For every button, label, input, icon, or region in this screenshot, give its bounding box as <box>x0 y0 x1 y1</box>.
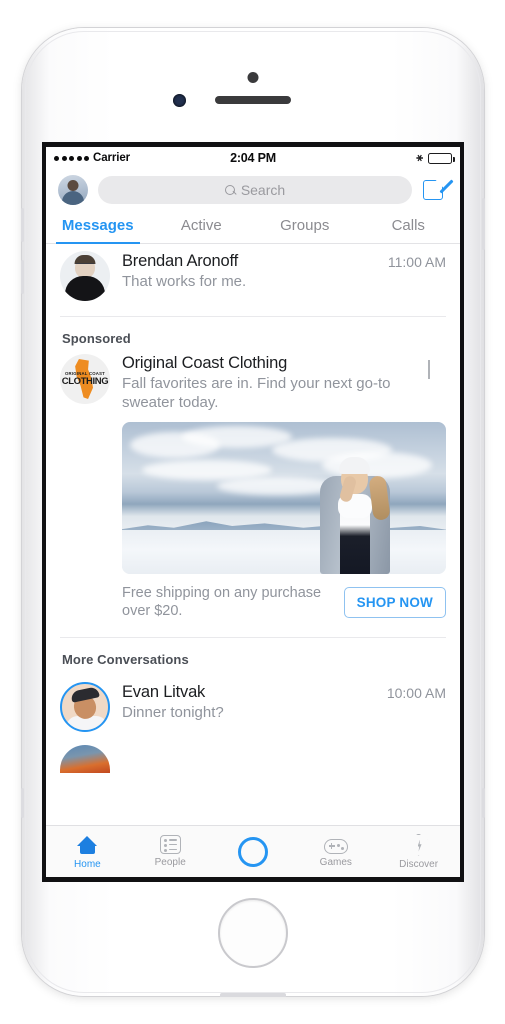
home-button[interactable] <box>218 898 288 968</box>
earpiece-speaker <box>215 96 291 104</box>
message-snippet: Dinner tonight? <box>122 704 224 722</box>
battery-full-icon <box>428 152 455 164</box>
message-time: 10:00 AM <box>386 685 446 702</box>
sponsored-ad-card[interactable]: ORIGINAL COAST CLOTHING Original Coast C… <box>46 354 460 631</box>
phone-screen: Carrier 2:04 PM ⚹ Search Messages Active… <box>46 147 460 877</box>
chevron-down-icon[interactable] <box>428 354 446 379</box>
tab-active[interactable]: Active <box>150 213 254 243</box>
search-placeholder: Search <box>240 182 286 198</box>
ad-cta-row: Free shipping on any purchase over $20. … <box>122 584 446 622</box>
ad-hero-image[interactable] <box>122 421 446 574</box>
ad-offer-text: Free shipping on any purchase over $20. <box>122 584 322 620</box>
tab-groups[interactable]: Groups <box>253 213 357 243</box>
tab-camera[interactable] <box>212 836 295 867</box>
tab-home-label: Home <box>74 858 101 870</box>
avatar[interactable] <box>58 175 88 205</box>
conversation-text: Brendan Aronoff That works for me. <box>122 251 376 290</box>
bottom-antenna-notch <box>220 993 286 997</box>
home-icon <box>75 834 99 856</box>
phone-device-frame: Carrier 2:04 PM ⚹ Search Messages Active… <box>21 28 485 997</box>
contact-name: Evan Litvak <box>122 683 206 702</box>
tab-discover[interactable]: Discover <box>377 833 460 870</box>
conversation-list[interactable]: Brendan Aronoff That works for me. 11:00… <box>46 244 460 824</box>
ad-text-block: Original Coast Clothing Fall favorites a… <box>122 354 416 413</box>
list-item[interactable]: Evan Litvak Dinner tonight? 10:00 AM <box>46 675 460 741</box>
shop-now-button[interactable]: SHOP NOW <box>343 586 446 618</box>
message-time: 11:00 AM <box>387 254 446 270</box>
power-button[interactable] <box>482 198 485 250</box>
avatar[interactable] <box>60 682 110 733</box>
tab-messages[interactable]: Messages <box>46 213 150 244</box>
volume-up-button[interactable] <box>21 208 24 242</box>
antenna-line-right <box>482 788 485 818</box>
ad-header: ORIGINAL COAST CLOTHING Original Coast C… <box>60 354 446 413</box>
avatar[interactable] <box>60 251 110 301</box>
tab-active-label: Active <box>180 217 222 234</box>
people-list-icon <box>159 835 181 854</box>
tab-messages-label: Messages <box>61 217 134 234</box>
tab-bar-top: Messages Active Groups Calls <box>46 213 460 244</box>
tab-groups-label: Groups <box>280 217 330 234</box>
status-bar: Carrier 2:04 PM ⚹ <box>46 147 460 169</box>
bluetooth-icon: ⚹ <box>416 151 423 164</box>
game-controller-icon <box>323 838 348 854</box>
status-bar-right: ⚹ <box>276 151 455 165</box>
ad-description: Fall favorites are in. Find your next go… <box>122 375 391 411</box>
search-input[interactable]: Search <box>98 176 412 204</box>
tab-calls-label: Calls <box>391 217 425 234</box>
discover-bolt-icon <box>409 833 428 856</box>
search-header: Search <box>46 169 460 213</box>
bottom-tab-bar: Home People Games Discover <box>46 825 460 877</box>
status-bar-left: Carrier <box>54 152 230 164</box>
tab-people-label: People <box>154 857 186 868</box>
tab-people[interactable]: People <box>129 835 212 868</box>
brand-logo-text-main: CLOTHING <box>61 376 109 387</box>
carrier-label: Carrier <box>93 152 131 164</box>
camera-circle-icon <box>237 836 268 867</box>
search-icon <box>224 184 236 196</box>
avatar[interactable] <box>60 745 110 774</box>
volume-down-button[interactable] <box>21 260 24 294</box>
message-snippet: That works for me. <box>122 273 247 290</box>
tab-games-label: Games <box>319 856 352 868</box>
list-item[interactable]: Brendan Aronoff That works for me. 11:00… <box>46 244 460 310</box>
status-bar-time: 2:04 PM <box>230 151 276 165</box>
tab-calls[interactable]: Calls <box>357 213 461 243</box>
ad-brand-name: Original Coast Clothing <box>122 354 288 372</box>
signal-strength-icon <box>54 155 89 161</box>
sponsored-label: Sponsored <box>62 331 131 346</box>
tab-discover-label: Discover <box>399 858 439 870</box>
brand-logo: ORIGINAL COAST CLOTHING <box>60 354 110 404</box>
screen-bezel: Carrier 2:04 PM ⚹ Search Messages Active… <box>42 142 464 882</box>
tab-home[interactable]: Home <box>46 834 129 870</box>
rear-sensor-dot <box>247 72 259 83</box>
front-camera-icon <box>173 94 186 107</box>
tab-games[interactable]: Games <box>294 836 377 868</box>
conversation-text: Evan Litvak Dinner tonight? <box>122 682 375 721</box>
compose-icon[interactable] <box>422 175 454 203</box>
antenna-line-left <box>21 788 24 818</box>
more-conversations-label: More Conversations <box>62 652 189 668</box>
contact-name: Brendan Aronoff <box>122 252 238 270</box>
